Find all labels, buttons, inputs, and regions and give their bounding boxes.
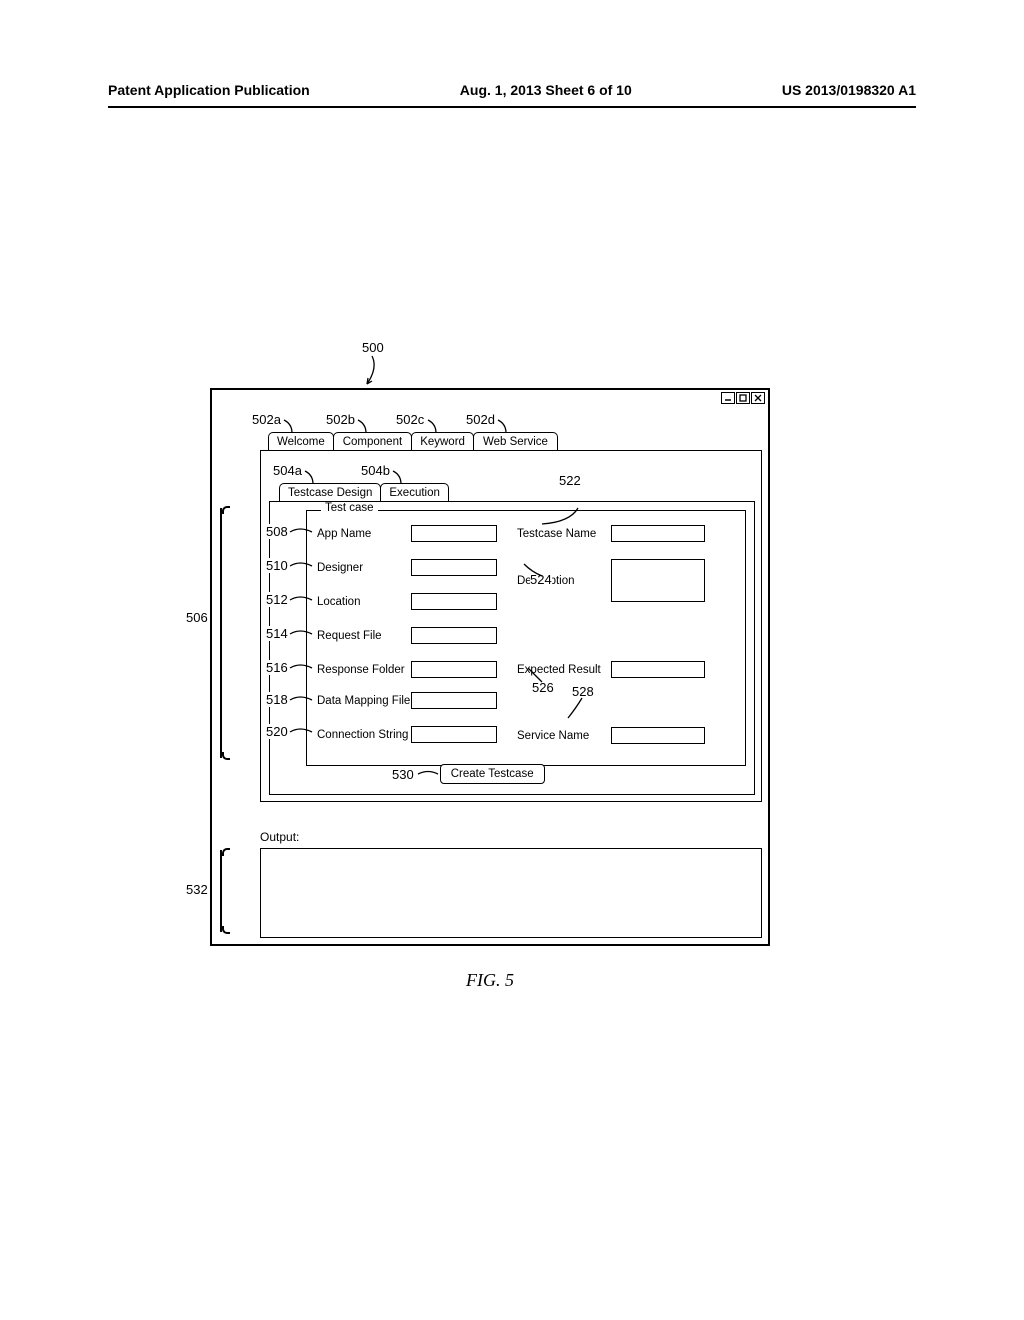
- input-testcase-name[interactable]: [611, 525, 705, 542]
- input-request-file[interactable]: [411, 627, 497, 644]
- ref-532: 532: [186, 882, 208, 897]
- tab-execution-label: Execution: [389, 487, 440, 499]
- label-response-folder: Response Folder: [317, 664, 411, 676]
- tab-testcase-design[interactable]: Testcase Design: [279, 483, 381, 502]
- bracket-506: [220, 508, 222, 758]
- tabs-primary: Welcome Component Keyword Web Service: [268, 432, 557, 451]
- input-app-name[interactable]: [411, 525, 497, 542]
- sub-panel: Test case App Name Designer Location: [269, 501, 755, 795]
- label-location: Location: [317, 596, 411, 608]
- label-request-file: Request File: [317, 630, 411, 642]
- tab-welcome-label: Welcome: [277, 436, 325, 448]
- input-response-folder[interactable]: [411, 661, 497, 678]
- label-connection-string: Connection String: [317, 729, 411, 741]
- fieldset-legend: Test case: [321, 502, 378, 514]
- label-data-mapping-file: Data Mapping File: [317, 695, 411, 707]
- tab-component[interactable]: Component: [333, 432, 412, 451]
- app-window: 502a 502b 502c 502d Welcome Component Ke…: [210, 388, 770, 946]
- tab-web-service[interactable]: Web Service: [473, 432, 558, 451]
- main-panel: 504a 504b Testcase Design Execution Test…: [260, 450, 762, 802]
- ref-524: 524: [530, 572, 552, 587]
- figure-caption: FIG. 5: [210, 970, 770, 991]
- input-connection-string[interactable]: [411, 726, 497, 743]
- input-data-mapping-file[interactable]: [411, 692, 497, 709]
- output-label: Output:: [260, 830, 299, 844]
- ref-518: 518: [266, 692, 288, 707]
- ref-508: 508: [266, 524, 288, 539]
- bracket-532: [220, 850, 222, 932]
- figure-5: 500 502a 502b 502c 502d Welcome Componen…: [210, 350, 770, 946]
- tab-keyword-label: Keyword: [420, 436, 465, 448]
- tab-keyword[interactable]: Keyword: [411, 432, 474, 451]
- create-testcase-label: Create Testcase: [451, 768, 534, 780]
- label-designer: Designer: [317, 562, 411, 574]
- ref-502a: 502a: [252, 412, 281, 427]
- header-rule: [108, 106, 916, 108]
- ref-516: 516: [266, 660, 288, 675]
- ref-506: 506: [186, 610, 208, 625]
- ref-502b: 502b: [326, 412, 355, 427]
- header-right: US 2013/0198320 A1: [782, 82, 916, 98]
- tab-execution[interactable]: Execution: [380, 483, 449, 502]
- label-app-name: App Name: [317, 528, 411, 540]
- output-box[interactable]: [260, 848, 762, 938]
- ref-504b: 504b: [361, 463, 390, 478]
- tab-web-service-label: Web Service: [483, 436, 548, 448]
- tab-testcase-design-label: Testcase Design: [288, 487, 372, 499]
- input-designer[interactable]: [411, 559, 497, 576]
- ref-500: 500: [362, 340, 384, 355]
- page-header: Patent Application Publication Aug. 1, 2…: [108, 82, 916, 98]
- input-expected-result[interactable]: [611, 661, 705, 678]
- window-controls: [721, 392, 765, 404]
- ref-502d: 502d: [466, 412, 495, 427]
- ref-512: 512: [266, 592, 288, 607]
- ref-530: 530: [392, 767, 414, 782]
- testcase-fieldset: Test case App Name Designer Location: [306, 510, 746, 766]
- ref-520: 520: [266, 724, 288, 739]
- ref-528: 528: [572, 684, 594, 699]
- tabs-secondary: Testcase Design Execution: [279, 483, 448, 502]
- input-location[interactable]: [411, 593, 497, 610]
- minimize-icon[interactable]: [721, 392, 735, 404]
- header-left: Patent Application Publication: [108, 82, 310, 98]
- ref-526: 526: [532, 680, 554, 695]
- close-icon[interactable]: [751, 392, 765, 404]
- header-center: Aug. 1, 2013 Sheet 6 of 10: [460, 82, 632, 98]
- ref-502c: 502c: [396, 412, 424, 427]
- label-service-name: Service Name: [517, 730, 611, 742]
- tab-welcome[interactable]: Welcome: [268, 432, 334, 451]
- input-service-name[interactable]: [611, 727, 705, 744]
- ref-522: 522: [559, 473, 581, 488]
- ref-504a: 504a: [273, 463, 302, 478]
- create-testcase-button[interactable]: Create Testcase: [440, 764, 545, 784]
- label-expected-result: Expected Result: [517, 664, 611, 676]
- tab-component-label: Component: [343, 436, 402, 448]
- input-description[interactable]: [611, 559, 705, 602]
- ref-510: 510: [266, 558, 288, 573]
- maximize-icon[interactable]: [736, 392, 750, 404]
- ref-514: 514: [266, 626, 288, 641]
- label-testcase-name: Testcase Name: [517, 528, 611, 540]
